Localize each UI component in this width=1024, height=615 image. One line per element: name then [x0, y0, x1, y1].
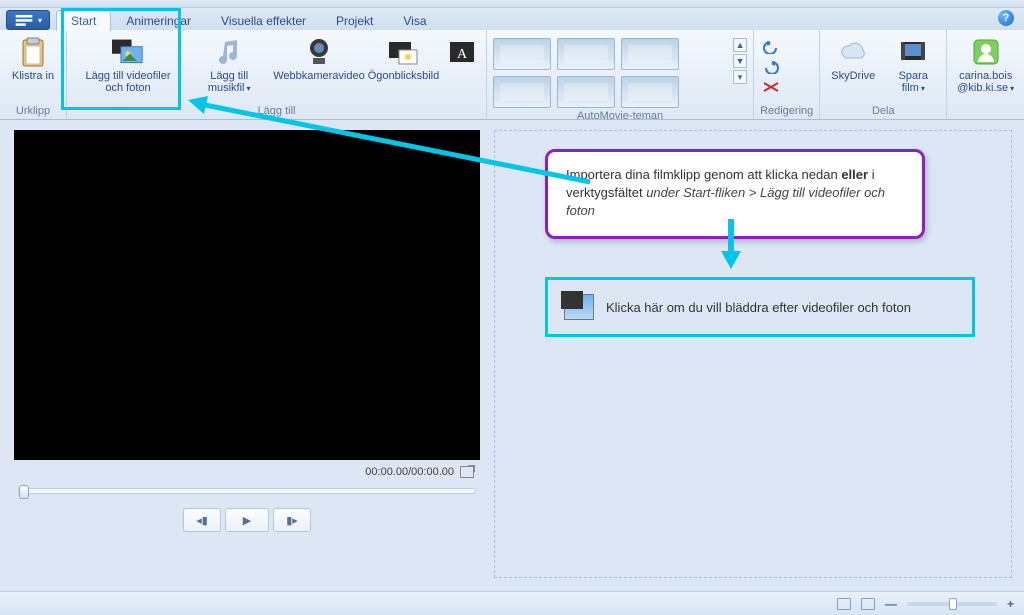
themes-scroll: ▲ ▼ ▾ [733, 34, 747, 84]
fullscreen-icon[interactable] [460, 466, 474, 478]
snapshot-label: Ögonblicksbild [368, 70, 440, 82]
webcam-icon [303, 36, 335, 68]
zoom-slider[interactable] [907, 602, 997, 606]
view-thumbnails-icon[interactable] [837, 598, 851, 610]
skydrive-button[interactable]: SkyDrive [826, 34, 880, 84]
automovie-themes [493, 34, 723, 108]
storyboard-pane: Importera dina filmklipp genom att klick… [490, 120, 1024, 590]
paste-button[interactable]: Klistra in [6, 34, 60, 84]
paste-label: Klistra in [12, 70, 54, 82]
next-frame-button[interactable]: ▮▸ [273, 508, 311, 532]
timeline-slider[interactable] [18, 488, 476, 494]
title-icon: A [446, 36, 478, 68]
status-bar: — + [0, 591, 1024, 615]
group-account: carina.bois@kib.ki.se▾ [947, 30, 1024, 119]
help-icon[interactable]: ? [998, 10, 1014, 26]
play-button[interactable]: ▶ [225, 508, 269, 532]
video-preview [14, 130, 480, 460]
themes-scroll-up[interactable]: ▲ [733, 38, 747, 52]
theme-thumb[interactable] [557, 76, 615, 108]
svg-text:A: A [457, 47, 468, 62]
save-movie-label: Spara film▾ [890, 70, 936, 95]
callout-text-pre: Importera dina filmklipp genom att klick… [566, 167, 841, 182]
skydrive-label: SkyDrive [831, 70, 875, 82]
group-share: SkyDrive Spara film▾ Dela [820, 30, 947, 119]
themes-scroll-down[interactable]: ▼ [733, 54, 747, 68]
preview-pane: 00:00.00/00:00.00 ◂▮ ▶ ▮▸ [0, 120, 490, 590]
cloud-icon [837, 36, 869, 68]
tutorial-callout: Importera dina filmklipp genom att klick… [545, 149, 925, 239]
themes-expand[interactable]: ▾ [733, 70, 747, 84]
delete-icon[interactable] [760, 80, 782, 94]
callout-text-bold: eller [841, 167, 868, 182]
time-display: 00:00.00/00:00.00 [365, 466, 454, 478]
zoom-thumb[interactable] [949, 598, 957, 610]
ribbon: Klistra in Urklipp Lägg till videofiler … [0, 30, 1024, 120]
add-music-label: Lägg till musikfil▾ [193, 70, 265, 95]
tab-view[interactable]: Visa [388, 10, 441, 31]
save-movie-icon [897, 36, 929, 68]
add-music-button[interactable]: Lägg till musikfil▾ [189, 34, 269, 97]
browse-media-box[interactable]: Klicka här om du vill bläddra efter vide… [545, 277, 975, 337]
app-menu-button[interactable]: ▾ [6, 10, 50, 30]
theme-thumb[interactable] [621, 38, 679, 70]
playback-controls: ◂▮ ▶ ▮▸ [14, 508, 480, 532]
webcam-button[interactable]: Webbkameravideo [275, 34, 362, 84]
workspace: 00:00.00/00:00.00 ◂▮ ▶ ▮▸ Importera dina… [0, 120, 1024, 590]
account-button[interactable]: carina.bois@kib.ki.se▾ [953, 34, 1018, 97]
tab-animations[interactable]: Animeringar [111, 10, 206, 31]
editing-caption: Redigering [760, 105, 813, 117]
group-editing: Redigering [754, 30, 820, 119]
theme-thumb[interactable] [493, 38, 551, 70]
clipboard-icon [17, 36, 49, 68]
add-media-icon [112, 36, 144, 68]
browse-text: Klicka här om du vill bläddra efter vide… [606, 300, 911, 315]
tutorial-arrow-down [721, 251, 741, 269]
tab-row: ▾ Start Animeringar Visuella effekter Pr… [0, 8, 1024, 30]
snapshot-icon [387, 36, 419, 68]
share-caption: Dela [826, 105, 940, 117]
user-icon [970, 36, 1002, 68]
rotate-right-icon[interactable] [760, 60, 782, 74]
tab-start[interactable]: Start [56, 10, 111, 31]
snapshot-button[interactable]: Ögonblicksbild [369, 34, 439, 84]
webcam-label: Webbkameravideo [273, 70, 365, 82]
zoom-in-button[interactable]: + [1007, 597, 1014, 611]
theme-thumb[interactable] [557, 38, 615, 70]
add-media-label: Lägg till videofiler och foton [82, 70, 174, 94]
group-clipboard: Klistra in Urklipp [0, 30, 67, 119]
music-icon [213, 36, 245, 68]
add-caption: Lägg till [73, 105, 480, 117]
theme-thumb[interactable] [621, 76, 679, 108]
add-media-button[interactable]: Lägg till videofiler och foton [73, 34, 183, 96]
tab-visual-effects[interactable]: Visuella effekter [206, 10, 321, 31]
rotate-left-icon[interactable] [760, 40, 782, 54]
title-bar [0, 0, 1024, 8]
save-movie-button[interactable]: Spara film▾ [886, 34, 940, 97]
prev-frame-button[interactable]: ◂▮ [183, 508, 221, 532]
tab-project[interactable]: Projekt [321, 10, 388, 31]
time-row: 00:00.00/00:00.00 [14, 460, 480, 482]
clipboard-caption: Urklipp [6, 105, 60, 117]
group-add: Lägg till videofiler och foton Lägg till… [67, 30, 487, 119]
account-label: carina.bois@kib.ki.se▾ [957, 70, 1014, 95]
drop-area: Importera dina filmklipp genom att klick… [494, 130, 1012, 578]
group-themes: ▲ ▼ ▾ AutoMovie-teman [487, 30, 754, 119]
media-thumb-icon [564, 294, 594, 320]
view-list-icon[interactable] [861, 598, 875, 610]
theme-thumb[interactable] [493, 76, 551, 108]
zoom-out-button[interactable]: — [885, 597, 897, 611]
slider-thumb[interactable] [19, 485, 29, 499]
title-button[interactable]: A [444, 34, 480, 72]
